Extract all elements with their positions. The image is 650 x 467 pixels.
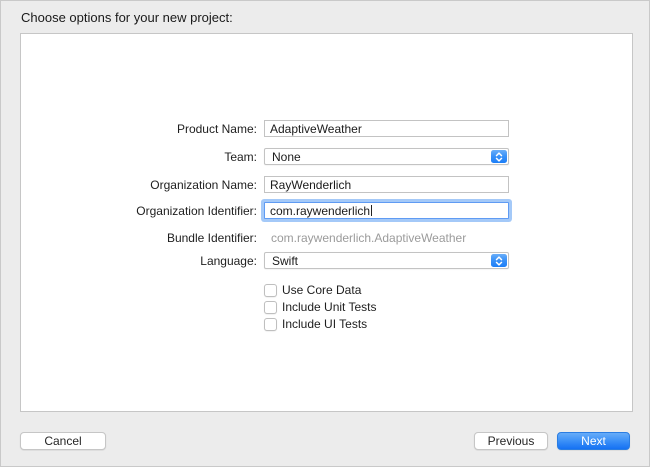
text-cursor: [371, 205, 373, 216]
next-button[interactable]: Next: [557, 432, 630, 450]
product-name-label: Product Name:: [176, 121, 257, 136]
use-core-data-row: Use Core Data: [21, 283, 632, 297]
bundle-identifier-label: Bundle Identifier:: [166, 231, 257, 245]
dialog-title: Choose options for your new project:: [21, 10, 233, 25]
cancel-button[interactable]: Cancel: [20, 432, 106, 450]
team-row: Team: None: [21, 148, 632, 165]
team-label: Team:: [224, 149, 257, 164]
organization-identifier-field[interactable]: com.raywenderlich: [264, 202, 509, 219]
organization-name-row: Organization Name:: [21, 176, 632, 193]
product-name-field[interactable]: [264, 120, 509, 137]
team-select[interactable]: None: [264, 148, 509, 165]
chevron-up-down-icon: [491, 150, 507, 163]
include-unit-tests-checkbox[interactable]: [264, 300, 277, 314]
language-selected-value: Swift: [272, 253, 299, 268]
bundle-identifier-row: Bundle Identifier: com.raywenderlich.Ada…: [21, 231, 632, 245]
options-form: Product Name: Team: None: [21, 34, 632, 331]
product-name-row: Product Name:: [21, 120, 632, 137]
language-select[interactable]: Swift: [264, 252, 509, 269]
organization-name-label: Organization Name:: [150, 177, 257, 192]
options-panel: Product Name: Team: None: [20, 33, 633, 412]
new-project-options-dialog: Choose options for your new project: Pro…: [0, 0, 650, 467]
include-ui-tests-checkbox[interactable]: [264, 317, 277, 331]
organization-name-field[interactable]: [264, 176, 509, 193]
language-row: Language: Swift: [21, 252, 632, 269]
organization-identifier-value: com.raywenderlich: [270, 203, 371, 218]
use-core-data-checkbox[interactable]: [264, 283, 277, 297]
language-label: Language:: [200, 253, 257, 268]
chevron-up-down-icon: [491, 254, 507, 267]
include-ui-tests-row: Include UI Tests: [21, 317, 632, 331]
team-selected-value: None: [272, 149, 301, 164]
use-core-data-label: Use Core Data: [282, 283, 362, 297]
include-unit-tests-label: Include Unit Tests: [282, 300, 377, 314]
previous-button[interactable]: Previous: [474, 432, 548, 450]
bundle-identifier-value: com.raywenderlich.AdaptiveWeather: [271, 231, 467, 245]
include-unit-tests-row: Include Unit Tests: [21, 300, 632, 314]
include-ui-tests-label: Include UI Tests: [282, 317, 368, 331]
organization-identifier-label: Organization Identifier:: [136, 203, 257, 218]
organization-identifier-row: Organization Identifier: com.raywenderli…: [21, 202, 632, 219]
